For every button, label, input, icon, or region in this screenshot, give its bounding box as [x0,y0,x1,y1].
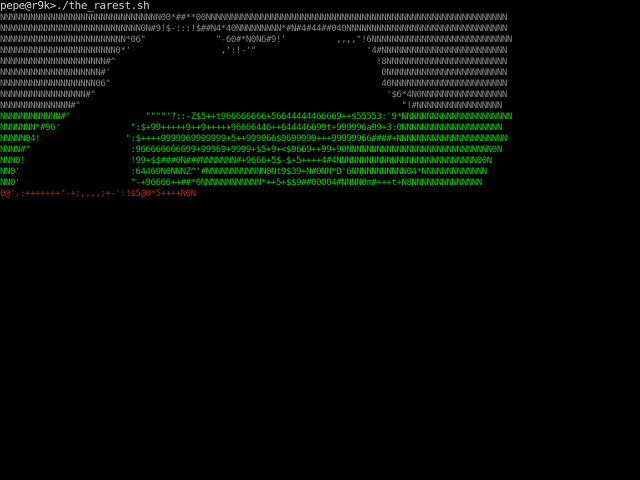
output-line: NNNNNNNNNNNNNNNNNNNN#' 0NNNNNNNNNNNNNNNN… [0,68,507,78]
output-line: NNNN#" :966666666699+99969+9999+$5+9+<$9… [0,145,502,155]
output-line: NN0' :64469N0NNNZ^'#NNNNNNNNNNNN0Nt9$39+… [0,167,487,177]
output-line: NNNNNNNNNNNNNNNNNNNNN#^ !8NNNNNNNNNNNNNN… [0,57,507,67]
output-line: NNNNNNN*#96' ":$+99+++++9++9+++++9666644… [0,123,502,133]
terminal-window[interactable]: pepe@r9k>./the_rarest.sh NNNNNNNNNNNNNNN… [0,0,640,480]
output-line: NNNNNNNNNNNNNNNNNNNNNNN0*' ,':!-'" '4#NN… [0,46,507,56]
output-line: 0@',:+++++++"-+;,,,,;+-':!$5@0*5++++N0N [0,189,196,199]
output-line: NN0' "-+96666++##*0NNNNNNNNNNNN*++5+$$9#… [0,178,482,188]
output-line: NNNNNNNNNNNNNNNNNNNNNNNNNNNNNNNN00*##**0… [0,13,507,23]
output-line: NNN0! !99+$$###0N###NNNNNNN#+9666+5$-$+5… [0,156,492,166]
command-prompt: pepe@r9k>./the_rarest.sh [0,0,150,12]
output-line: NNNNNNNNNNNNNNNNN#" '$6*4N0NNNNNNNNNNNNN… [0,90,507,100]
output-line: NNNNNNNNNNNNNNNNNNNNNNNNN*06" "-60#*N0N6… [0,35,512,45]
output-line: NNNNNNNNNNNN#" """"'?::-Z$5++t966666666+… [0,112,512,122]
output-line: NNNNNNNNNNNNNNNNNNNNNNNNNNNN0N#9!$-:::!$… [0,24,507,34]
ascii-art-output: NNNNNNNNNNNNNNNNNNNNNNNNNNNNNNNN00*##**0… [0,13,640,200]
output-line: NNNNNNNNNNNNNN#" "!#NNNNNNNNNNNNNNNNN [0,101,502,111]
output-line: NNNNNNNNNNNNNNNNNNN06" 40NNNNNNNNNNNNNNN… [0,79,507,89]
output-line: NNNNN04! ":$++++9999969999999+5++999966$… [0,134,507,144]
